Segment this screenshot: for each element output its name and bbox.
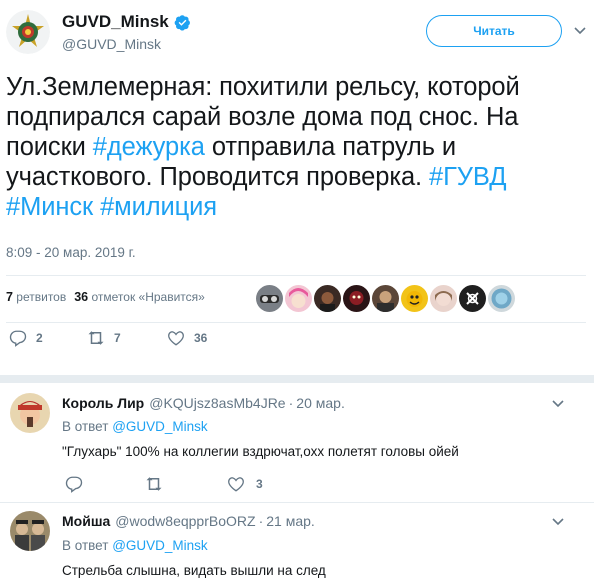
reply-text: "Глухарь" 100% на коллегии вздрючат,охх …: [62, 444, 459, 459]
retweet-count: 7: [6, 290, 13, 304]
reply-button[interactable]: [64, 475, 84, 493]
reply-to-link[interactable]: @GUVD_Minsk: [112, 419, 207, 434]
account-handle[interactable]: @GUVD_Minsk: [62, 36, 161, 52]
divider: [6, 322, 586, 323]
hashtag-link[interactable]: #Минск: [6, 193, 93, 221]
liker-avatar[interactable]: [401, 285, 428, 312]
liker-avatar[interactable]: [488, 285, 515, 312]
heart-icon: [228, 477, 244, 492]
reply-icon: [9, 330, 27, 347]
reply-header: Мойша @wodw8eqpprBoORZ · 21 мар.: [62, 513, 315, 529]
hashtag-link[interactable]: #ГУВД: [429, 163, 507, 191]
guvd-avatar[interactable]: [6, 10, 50, 54]
tweet-text-segment: [93, 193, 100, 221]
retweet-icon: [88, 331, 104, 345]
reply-to-line: В ответ @GUVD_Minsk: [62, 538, 208, 553]
liker-avatar[interactable]: [459, 285, 486, 312]
reply-author-handle[interactable]: @KQUjsz8asMb4JRe: [149, 395, 285, 411]
section-divider: [0, 375, 594, 383]
avatar-image: [10, 511, 50, 551]
liker-avatar[interactable]: [285, 285, 312, 312]
guvd-emblem-icon: [6, 10, 50, 54]
reply-icon: [65, 476, 83, 493]
heart-icon: [168, 331, 184, 346]
tweet-text: Ул.Землемерная: похитили рельсу, которой…: [6, 72, 590, 222]
like-button[interactable]: 36: [166, 329, 207, 347]
reply-button[interactable]: 2: [8, 329, 43, 347]
reply-to-link[interactable]: @GUVD_Minsk: [112, 538, 207, 553]
reply-avatar[interactable]: [10, 393, 50, 433]
retweet-icon: [146, 477, 162, 491]
follow-button[interactable]: Читать: [426, 15, 562, 47]
reply-like-count: 3: [256, 477, 263, 491]
liker-avatar[interactable]: [372, 285, 399, 312]
chevron-down-icon[interactable]: [552, 517, 564, 527]
hashtag-link[interactable]: #дежурка: [93, 133, 205, 161]
reply-date[interactable]: 20 мар.: [296, 395, 345, 411]
avatar-image: [10, 393, 50, 433]
liker-avatar[interactable]: [430, 285, 457, 312]
reply-to-prefix: В ответ: [62, 419, 109, 434]
like-button[interactable]: 3: [226, 475, 263, 493]
tweet-timestamp[interactable]: 8:09 - 20 мар. 2019 г.: [6, 245, 136, 260]
liker-avatars: [256, 285, 517, 312]
hashtag-link[interactable]: #милиция: [100, 193, 217, 221]
liker-avatar[interactable]: [343, 285, 370, 312]
like-stat[interactable]: 36 отметок «Нравится»: [74, 290, 205, 304]
like-stat-label: отметок «Нравится»: [91, 290, 205, 304]
display-name[interactable]: GUVD_Minsk: [62, 12, 169, 32]
retweet-action-count: 7: [114, 331, 121, 345]
tweet-header: GUVD_Minsk @GUVD_Minsk Читать: [0, 0, 594, 64]
reply-tweet[interactable]: Мойша @wodw8eqpprBoORZ · 21 мар. В ответ…: [0, 503, 594, 586]
liker-avatar[interactable]: [314, 285, 341, 312]
reply-count: 2: [36, 331, 43, 345]
retweet-button[interactable]: 7: [86, 329, 121, 347]
chevron-down-icon[interactable]: [552, 399, 564, 409]
chevron-down-icon[interactable]: [574, 26, 586, 36]
reply-author-name[interactable]: Мойша: [62, 513, 110, 529]
divider: [6, 275, 586, 276]
retweet-stat[interactable]: 7 ретвитов: [6, 290, 66, 304]
reply-tweet[interactable]: Король Лир @KQUjsz8asMb4JRe · 20 мар. В …: [0, 383, 594, 498]
reply-header: Король Лир @KQUjsz8asMb4JRe · 20 мар.: [62, 395, 345, 411]
retweet-stat-label: ретвитов: [16, 290, 67, 304]
separator-dot: ·: [258, 513, 264, 529]
liker-avatar[interactable]: [256, 285, 283, 312]
reply-author-handle[interactable]: @wodw8eqpprBoORZ: [115, 513, 255, 529]
like-action-count: 36: [194, 331, 208, 345]
name-row: GUVD_Minsk: [62, 12, 191, 32]
reply-text: Стрельба слышна, видать вышли на след: [62, 563, 326, 578]
reply-to-line: В ответ @GUVD_Minsk: [62, 419, 208, 434]
retweet-button[interactable]: [144, 475, 164, 493]
like-count: 36: [74, 290, 89, 304]
separator-dot: ·: [288, 395, 294, 411]
tweet-stats: 7 ретвитов 36 отметок «Нравится»: [6, 290, 213, 304]
reply-avatar[interactable]: [10, 511, 50, 551]
reply-date[interactable]: 21 мар.: [266, 513, 315, 529]
reply-author-name[interactable]: Король Лир: [62, 395, 144, 411]
reply-to-prefix: В ответ: [62, 538, 109, 553]
verified-badge-icon: [174, 14, 190, 31]
